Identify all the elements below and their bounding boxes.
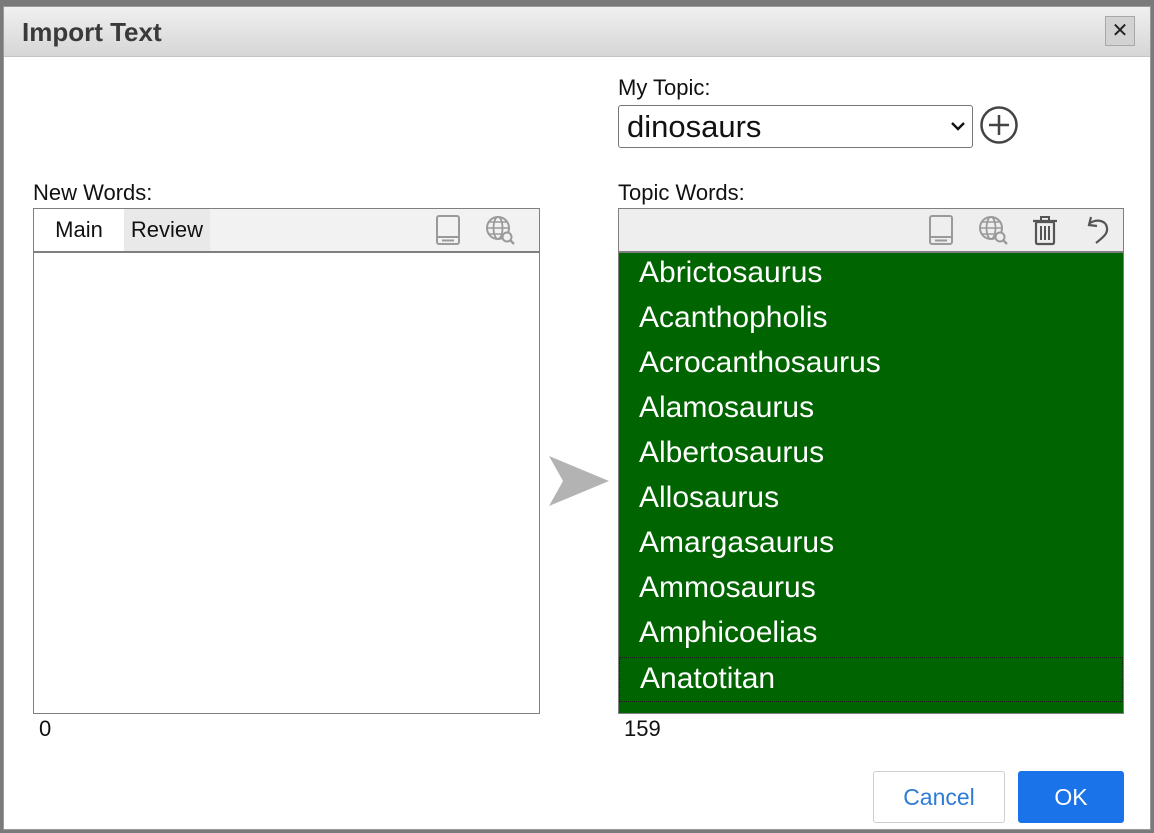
close-button[interactable]: ✕ <box>1105 16 1135 46</box>
new-words-textarea[interactable] <box>33 252 540 714</box>
trash-icon[interactable] <box>1029 214 1061 246</box>
undo-icon[interactable] <box>1082 214 1114 246</box>
ok-button[interactable]: OK <box>1018 771 1124 823</box>
web-search-icon[interactable] <box>484 214 516 246</box>
topic-words-list[interactable]: Abrictosaurus Acanthopholis Acrocanthosa… <box>618 252 1124 714</box>
topic-select-value: dinosaurs <box>627 109 762 144</box>
cancel-button[interactable]: Cancel <box>873 771 1005 823</box>
add-topic-icon[interactable] <box>979 105 1019 145</box>
topic-word-item[interactable]: Amphicoelias <box>619 612 1123 657</box>
new-words-label: New Words: <box>33 180 153 205</box>
tab-main[interactable]: Main <box>34 209 124 251</box>
topic-words-toolbar <box>618 208 1124 252</box>
dialog-titlebar: Import Text ✕ <box>4 7 1150 57</box>
topic-word-item[interactable]: Ammosaurus <box>619 567 1123 612</box>
my-topic-label: My Topic: <box>618 75 711 100</box>
topic-words-label: Topic Words: <box>618 180 745 205</box>
topic-word-item[interactable]: Allosaurus <box>619 477 1123 522</box>
tab-review[interactable]: Review <box>124 209 210 251</box>
topic-word-item[interactable]: Acrocanthosaurus <box>619 342 1123 387</box>
topic-words-count: 159 <box>624 716 661 741</box>
chevron-down-icon <box>951 122 965 131</box>
new-words-toolbar: Main Review <box>33 208 540 252</box>
topic-word-item[interactable]: Anatotitan <box>619 657 1123 702</box>
import-text-dialog: Import Text ✕ My Topic: dinosaurs New Wo… <box>3 6 1151 830</box>
topic-word-item[interactable]: Amargasaurus <box>619 522 1123 567</box>
topic-word-item[interactable]: Albertosaurus <box>619 432 1123 477</box>
dialog-title: Import Text <box>22 17 162 47</box>
web-search-icon[interactable] <box>977 214 1009 246</box>
topic-word-item[interactable]: Abrictosaurus <box>619 253 1123 297</box>
send-arrow-icon[interactable] <box>547 452 611 510</box>
new-words-count: 0 <box>39 716 52 741</box>
dictionary-icon[interactable] <box>925 214 957 246</box>
dictionary-icon[interactable] <box>432 214 464 246</box>
topic-word-item[interactable]: Alamosaurus <box>619 387 1123 432</box>
topic-select[interactable]: dinosaurs <box>618 105 973 148</box>
topic-word-item[interactable]: Acanthopholis <box>619 297 1123 342</box>
